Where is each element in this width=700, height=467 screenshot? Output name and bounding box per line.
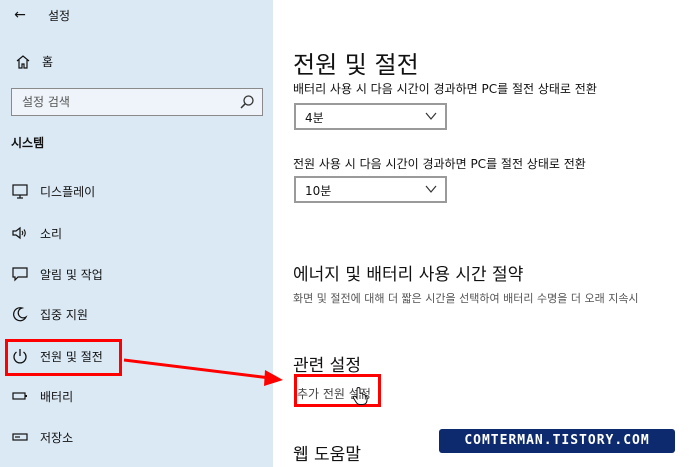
window-title: 설정 (48, 9, 71, 23)
title-bar: ← 설정 (0, 0, 273, 30)
battery-sleep-label: 배터리 사용 시 다음 시간이 경과하면 PC를 절전 상태로 전환 (293, 82, 597, 96)
focus-assist-icon (13, 307, 28, 322)
sidebar-item-display[interactable]: 디스플레이 (0, 175, 273, 207)
sidebar-item-label: 디스플레이 (40, 185, 96, 199)
settings-search-box[interactable] (11, 88, 263, 116)
sidebar-item-label: 저장소 (40, 431, 74, 445)
sound-icon (12, 226, 26, 240)
sidebar-item-battery[interactable]: 배터리 (0, 380, 273, 412)
page-title: 전원 및 절전 (293, 51, 419, 79)
dropdown-value: 10분 (305, 184, 332, 198)
system-section-label: 시스템 (11, 136, 45, 150)
display-icon (12, 184, 28, 199)
sidebar-item-focus-assist[interactable]: 집중 지원 (0, 298, 273, 330)
chevron-down-icon (425, 185, 437, 193)
home-icon (16, 55, 30, 69)
sidebar-item-label: 배터리 (40, 390, 74, 404)
sidebar-item-storage[interactable]: 저장소 (0, 421, 273, 453)
sidebar-item-label: 알림 및 작업 (40, 268, 103, 282)
sidebar-item-sound[interactable]: 소리 (0, 217, 273, 249)
storage-icon (12, 433, 28, 441)
hand-cursor-icon (352, 386, 368, 405)
related-settings-heading: 관련 설정 (293, 356, 361, 376)
energy-description: 화면 및 절전에 대해 더 짧은 시간을 선택하여 배터리 수명을 더 오래 지… (293, 292, 639, 305)
sidebar: ← 설정 홈 시스템 디스플레이 소리 알림 및 (0, 0, 273, 467)
sidebar-item-notifications[interactable]: 알림 및 작업 (0, 258, 273, 290)
notification-icon (12, 267, 28, 282)
search-icon[interactable] (238, 93, 256, 111)
battery-sleep-dropdown[interactable]: 4분 (294, 103, 447, 130)
web-help-heading: 웹 도움말 (293, 445, 361, 465)
main-content: 전원 및 절전 배터리 사용 시 다음 시간이 경과하면 PC를 절전 상태로 … (273, 0, 700, 467)
back-arrow-icon[interactable]: ← (10, 5, 30, 25)
plugged-sleep-label: 전원 사용 시 다음 시간이 경과하면 PC를 절전 상태로 전환 (293, 157, 586, 171)
watermark-badge: COMTERMAN.TISTORY.COM (439, 429, 675, 453)
sidebar-item-label: 집중 지원 (40, 308, 88, 322)
plugged-sleep-dropdown[interactable]: 10분 (294, 176, 447, 203)
power-item-highlight-box (5, 339, 122, 376)
dropdown-value: 4분 (305, 111, 324, 125)
battery-icon (12, 392, 27, 400)
sidebar-item-label: 소리 (40, 227, 63, 241)
chevron-down-icon (425, 112, 437, 120)
search-input[interactable] (12, 89, 232, 115)
home-nav-item[interactable]: 홈 (0, 48, 273, 76)
home-label: 홈 (42, 55, 54, 69)
energy-heading: 에너지 및 배터리 사용 시간 절약 (293, 265, 524, 285)
